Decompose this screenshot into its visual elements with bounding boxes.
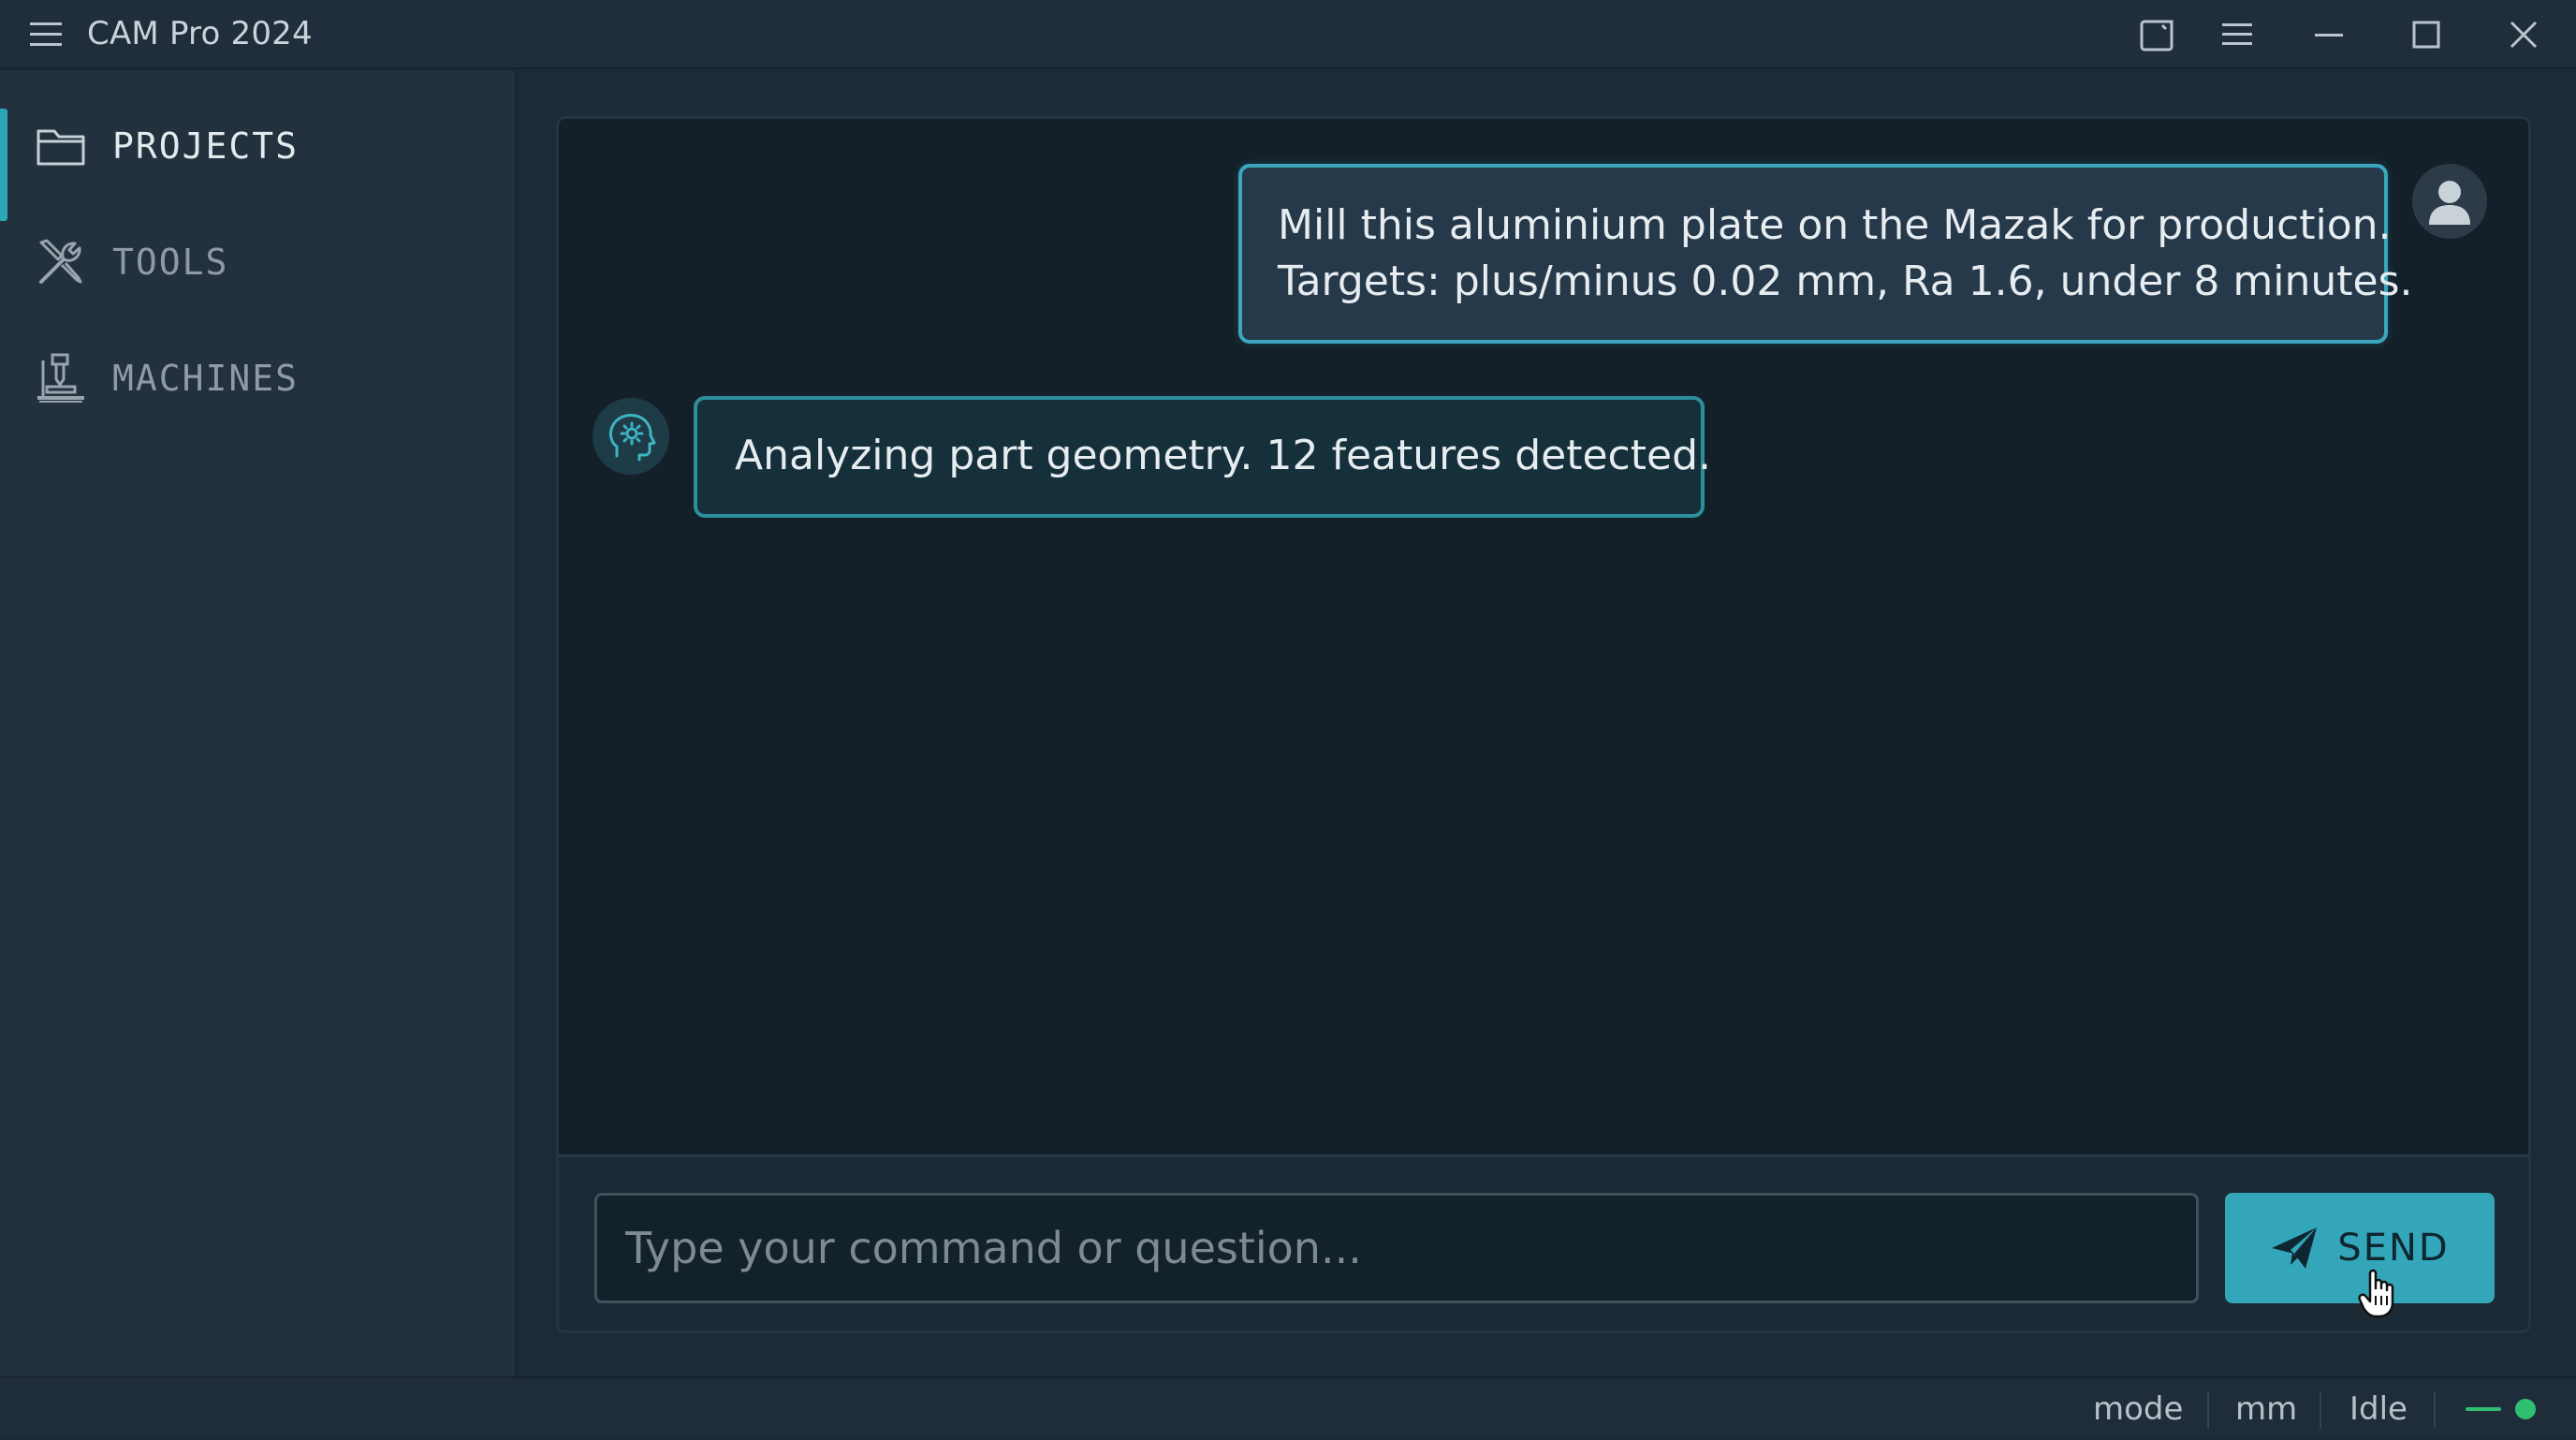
status-divider [2434, 1391, 2436, 1429]
status-state: Idle [2349, 1390, 2408, 1428]
input-bar: SEND [559, 1154, 2528, 1330]
maximize-icon[interactable] [2398, 11, 2454, 58]
send-button-label: SEND [2337, 1227, 2450, 1270]
assistant-avatar-icon [593, 398, 669, 475]
message-line: Targets: plus/minus 0.02 mm, Ra 1.6, und… [1278, 257, 2413, 305]
sidebar: PROJECTS TOOLS MACHINES [0, 71, 517, 1376]
status-divider [2320, 1391, 2321, 1429]
hamburger-menu-icon[interactable] [26, 17, 66, 52]
chat-messages[interactable]: Mill this aluminium plate on the Mazak f… [559, 119, 2528, 1154]
title-bar: CAM Pro 2024 [0, 0, 2576, 69]
message-line: Analyzing part geometry. 12 features det… [735, 432, 1711, 479]
connection-status-icon [2464, 1397, 2544, 1421]
user-message: Mill this aluminium plate on the Mazak f… [1238, 164, 2413, 344]
status-mode[interactable]: mode [2093, 1378, 2183, 1440]
machine-icon [34, 351, 88, 405]
status-bar: mode mm Idle [0, 1376, 2576, 1438]
status-divider [2207, 1391, 2209, 1429]
sidebar-item-machines[interactable]: MACHINES [0, 322, 517, 434]
message-line: Mill this aluminium plate on the Mazak f… [1278, 201, 2392, 249]
command-input[interactable] [594, 1193, 2199, 1303]
panel-toggle-icon[interactable] [2129, 11, 2185, 58]
status-units[interactable]: mm [2235, 1378, 2297, 1440]
sidebar-item-label: MACHINES [112, 358, 300, 399]
user-avatar-icon[interactable] [2412, 164, 2487, 239]
minimize-icon[interactable] [2301, 11, 2357, 58]
sidebar-item-label: TOOLS [112, 242, 229, 283]
send-icon [2272, 1227, 2318, 1269]
menu-icon[interactable] [2209, 11, 2265, 58]
chat-panel: Mill this aluminium plate on the Mazak f… [556, 116, 2531, 1333]
folder-icon [34, 119, 88, 173]
app-title: CAM Pro 2024 [87, 15, 313, 52]
close-icon[interactable] [2496, 11, 2552, 58]
app-window: CAM Pro 2024 PROJECTS TOOLS MACHINES Mil… [0, 0, 2576, 1438]
pointer-cursor-icon [2357, 1268, 2400, 1320]
tools-icon [34, 235, 88, 289]
sidebar-item-projects[interactable]: PROJECTS [0, 90, 517, 221]
sidebar-item-tools[interactable]: TOOLS [0, 206, 517, 318]
sidebar-item-label: PROJECTS [112, 125, 300, 167]
assistant-message: Analyzing part geometry. 12 features det… [694, 396, 1711, 518]
